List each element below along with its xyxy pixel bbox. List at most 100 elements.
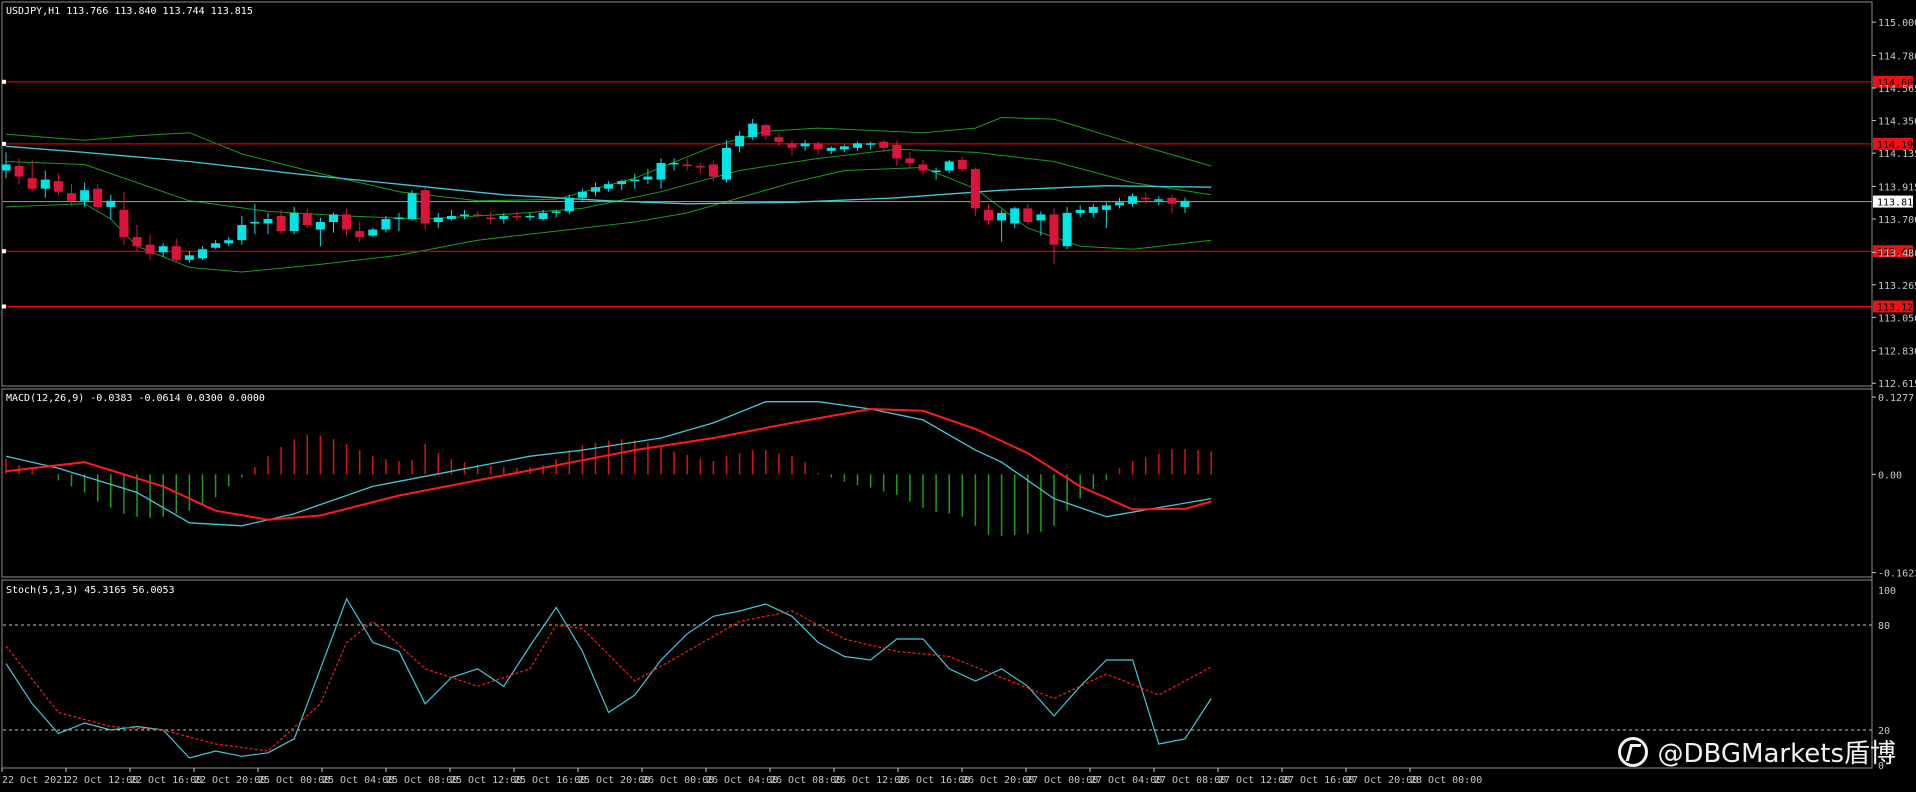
bearish-candle <box>276 215 286 232</box>
bearish-candle <box>119 209 129 238</box>
watermark-text: @DBGMarkets盾博 <box>1657 739 1896 769</box>
stoch-plot <box>3 597 1872 759</box>
time-tick-label: 26 Oct 04:00 <box>706 775 778 786</box>
bearish-candle <box>879 141 889 148</box>
moving-average-line <box>5 145 1212 205</box>
macd-tick-label: -0.1623 <box>1878 569 1916 580</box>
price-tick-label: 113.265 <box>1878 281 1916 292</box>
price-tick-label: 114.565 <box>1878 84 1916 95</box>
level-anchor-marker <box>2 304 6 309</box>
bearish-candle <box>171 246 181 260</box>
bullish-candle <box>224 240 234 244</box>
price-tick-label: 114.780 <box>1878 51 1916 62</box>
bullish-candle <box>656 162 666 180</box>
bullish-candle <box>564 197 574 212</box>
time-tick-label: 27 Oct 12:00 <box>1218 775 1290 786</box>
bearish-candle <box>67 193 76 201</box>
bearish-candle <box>774 137 784 142</box>
bullish-candle <box>525 215 535 218</box>
bullish-candle <box>1115 202 1124 206</box>
bearish-candle <box>1141 197 1151 200</box>
bullish-candle <box>198 249 207 259</box>
bullish-candle <box>263 218 273 224</box>
price-tick-label: 113.050 <box>1878 313 1916 324</box>
bearish-candle <box>473 214 483 216</box>
bullish-candle <box>289 212 299 232</box>
bearish-candle <box>14 165 24 177</box>
time-tick-label: 25 Oct 04:00 <box>322 775 394 786</box>
bullish-candle <box>1180 200 1190 207</box>
bullish-candle <box>944 161 954 171</box>
time-tick-label: 25 Oct 00:00 <box>258 775 330 786</box>
stoch-tick-label: 80 <box>1878 621 1890 632</box>
price-tick-label: 115.000 <box>1878 18 1916 29</box>
bearish-candle <box>695 165 705 168</box>
bearish-candle <box>486 217 496 219</box>
bullish-candle <box>617 181 627 185</box>
bearish-candle <box>132 237 142 247</box>
bullish-candle <box>748 123 758 138</box>
bullish-candle <box>1036 214 1046 221</box>
price-tick-label: 113.915 <box>1878 182 1916 193</box>
stoch-tick-label: 100 <box>1878 586 1896 597</box>
bullish-candle <box>184 255 194 260</box>
bullish-candle <box>997 212 1007 221</box>
time-tick-label: 25 Oct 16:00 <box>514 775 586 786</box>
time-tick-label: 26 Oct 00:00 <box>642 775 714 786</box>
current-price-label: 113.815 <box>1877 198 1916 209</box>
bearish-candle <box>302 212 312 226</box>
bullish-candle <box>158 246 168 253</box>
bullish-candle <box>577 191 587 198</box>
stoch-main-line <box>5 597 1212 759</box>
level-anchor-marker <box>2 249 6 254</box>
bullish-candle <box>1128 196 1138 204</box>
time-tick-label: 27 Oct 20:00 <box>1346 775 1418 786</box>
price-tick-label: 112.615 <box>1878 379 1916 390</box>
bullish-candle <box>538 212 548 219</box>
bearish-candle <box>1167 197 1177 204</box>
bullish-candle <box>446 215 456 219</box>
bullish-candle <box>643 176 653 180</box>
bearish-candle <box>53 181 63 192</box>
bullish-candle <box>394 217 404 219</box>
bullish-candle <box>931 170 941 173</box>
price-tick-label: 114.135 <box>1878 149 1916 160</box>
bullish-candle <box>407 193 417 219</box>
watermark-logo-icon <box>1617 736 1648 767</box>
bullish-candle <box>826 147 836 151</box>
time-tick-label: 26 Oct 08:00 <box>770 775 842 786</box>
bearish-candle <box>892 144 902 159</box>
bullish-candle <box>315 222 325 230</box>
price-tick-label: 112.830 <box>1878 347 1916 358</box>
macd-panel-frame <box>1 388 1873 578</box>
bearish-candle <box>970 169 980 209</box>
price-tick-label: 113.480 <box>1878 248 1916 259</box>
bullish-candle <box>106 200 116 207</box>
bullish-candle <box>722 147 731 180</box>
time-tick-label: 25 Oct 20:00 <box>578 775 650 786</box>
bullish-candle <box>80 190 90 201</box>
time-tick-label: 25 Oct 08:00 <box>386 775 458 786</box>
bullish-candle <box>630 179 640 182</box>
time-tick-label: 27 Oct 08:00 <box>1154 775 1226 786</box>
bullish-candle <box>433 217 443 223</box>
bullish-candle <box>1010 208 1020 224</box>
time-tick-label: 26 Oct 16:00 <box>898 775 970 786</box>
bullish-candle <box>1 164 11 171</box>
bullish-candle <box>800 143 810 147</box>
stoch-header: Stoch(5,3,3) 45.3165 56.0053 <box>6 585 175 596</box>
bullish-candle <box>551 211 561 213</box>
macd-header: MACD(12,26,9) -0.0383 -0.0614 0.0300 0.0… <box>6 393 265 404</box>
bearish-candle <box>984 209 993 221</box>
bullish-candle <box>1088 206 1098 213</box>
bearish-candle <box>420 190 430 224</box>
time-tick-label: 27 Oct 16:00 <box>1282 775 1354 786</box>
bullish-candle <box>1075 209 1085 213</box>
axes: 114.606114.196113.487113.122113.815115.0… <box>1 18 1916 786</box>
price-tick-label: 113.700 <box>1878 215 1916 226</box>
watermark: @DBGMarkets盾博 <box>1617 733 1896 770</box>
bearish-candle <box>957 159 967 170</box>
trading-chart[interactable]: USDJPY,H1 113.766 113.840 113.744 113.81… <box>0 0 1916 792</box>
bearish-candle <box>93 188 103 207</box>
macd-tick-label: 0.1277 <box>1878 393 1914 404</box>
